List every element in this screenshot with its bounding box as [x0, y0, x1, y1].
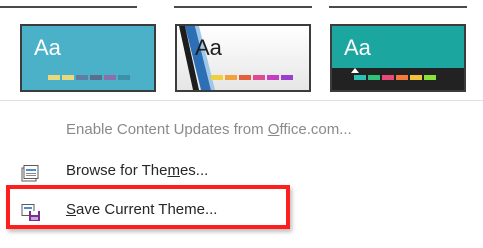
color-swatch	[354, 75, 366, 80]
menu-divider	[0, 100, 483, 101]
browse-for-themes-item[interactable]: Browse for Themes...	[0, 154, 470, 188]
color-swatch	[90, 75, 102, 80]
color-swatch	[281, 75, 293, 80]
gallery-top-border	[329, 6, 467, 8]
color-swatch	[48, 75, 60, 80]
color-swatch	[239, 75, 251, 80]
gallery-top-border	[0, 6, 137, 8]
theme-sample-text: Aa	[195, 35, 222, 60]
theme-gallery: Aa Aa Aa	[0, 18, 483, 102]
color-swatch	[424, 75, 436, 80]
theme-thumbnail-3[interactable]: Aa	[330, 24, 466, 92]
folder-icon	[21, 162, 41, 182]
color-swatch	[410, 75, 422, 80]
theme-notch	[351, 68, 359, 73]
menu-item-label: Enable Content Updates from Office.com..…	[66, 121, 352, 138]
color-swatch	[382, 75, 394, 80]
color-swatch	[253, 75, 265, 80]
color-swatch	[104, 75, 116, 80]
color-swatch	[368, 75, 380, 80]
color-swatch	[225, 75, 237, 80]
color-swatch	[118, 75, 130, 80]
color-swatch	[76, 75, 88, 80]
theme-thumbnail-2[interactable]: Aa	[175, 24, 311, 92]
menu-item-label: Browse for Themes...	[66, 162, 209, 179]
theme-sample-text: Aa	[344, 35, 371, 60]
color-swatch	[396, 75, 408, 80]
highlight-box	[6, 185, 290, 229]
theme-thumbnail-1[interactable]: Aa	[20, 24, 156, 92]
color-swatch	[62, 75, 74, 80]
color-swatch	[267, 75, 279, 80]
gallery-top-border	[174, 6, 312, 8]
theme-sample-text: Aa	[34, 35, 61, 60]
theme-color-swatches	[354, 75, 436, 80]
theme-color-swatches	[48, 75, 130, 80]
theme-color-swatches	[211, 75, 293, 80]
color-swatch	[211, 75, 223, 80]
gallery-top-strip	[0, 0, 483, 18]
enable-content-updates-item: Enable Content Updates from Office.com..…	[0, 113, 470, 147]
